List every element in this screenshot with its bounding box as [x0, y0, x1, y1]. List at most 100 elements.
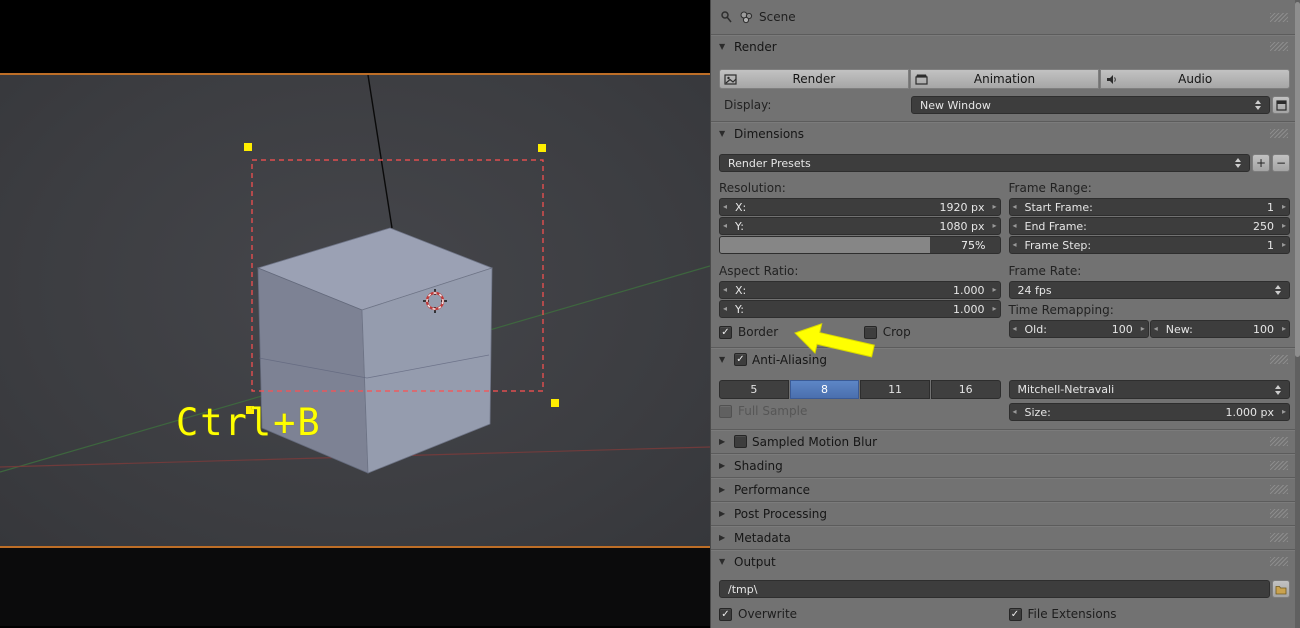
collapse-arrow-icon[interactable]: ▼: [719, 355, 729, 364]
updown-arrows-icon: [1275, 285, 1281, 295]
resolution-scale-slider[interactable]: 75%: [719, 236, 1001, 254]
render-presets-dropdown[interactable]: Render Presets: [719, 154, 1250, 172]
decrement-arrow-icon[interactable]: ◂: [1013, 324, 1017, 333]
increment-arrow-icon[interactable]: ▸: [1282, 221, 1286, 230]
increment-arrow-icon[interactable]: ▸: [992, 202, 996, 211]
collapse-arrow-icon[interactable]: ▶: [719, 437, 729, 446]
new-window-icon-button[interactable]: [1272, 96, 1290, 114]
end-frame-field[interactable]: ◂ End Frame: 250 ▸: [1008, 217, 1290, 235]
increment-arrow-icon[interactable]: ▸: [992, 304, 996, 313]
decrement-arrow-icon[interactable]: ◂: [1154, 324, 1158, 333]
section-header-output[interactable]: ▼ Output: [711, 550, 1300, 573]
decrement-arrow-icon[interactable]: ◂: [1013, 202, 1017, 211]
audio-button[interactable]: Audio: [1100, 69, 1291, 89]
scene-icon[interactable]: [739, 10, 753, 24]
breadcrumb: Scene: [759, 10, 796, 24]
resolution-y-field[interactable]: ◂ Y: 1080 px ▸: [719, 217, 1001, 235]
decrement-arrow-icon[interactable]: ◂: [723, 202, 727, 211]
increment-arrow-icon[interactable]: ▸: [1141, 324, 1145, 333]
collapse-arrow-icon[interactable]: ▶: [719, 533, 729, 542]
increment-arrow-icon[interactable]: ▸: [1282, 407, 1286, 416]
panel-grip[interactable]: [1270, 437, 1288, 446]
panel-grip[interactable]: [1270, 42, 1288, 51]
aa-filter-dropdown[interactable]: Mitchell-Netravali: [1008, 380, 1290, 399]
increment-arrow-icon[interactable]: ▸: [1282, 240, 1286, 249]
render-border-handle-tr[interactable]: [538, 144, 546, 152]
display-dropdown[interactable]: New Window: [911, 96, 1270, 114]
aspect-ratio-label: Aspect Ratio:: [719, 264, 799, 278]
file-extensions-checkbox[interactable]: [1008, 607, 1022, 621]
samples-16-button[interactable]: 16: [930, 380, 1001, 399]
panel-grip[interactable]: [1270, 557, 1288, 566]
render-button[interactable]: Render: [719, 69, 909, 89]
full-sample-label: Full Sample: [738, 404, 808, 418]
border-checkbox[interactable]: [719, 325, 732, 339]
section-header-dimensions[interactable]: ▼ Dimensions: [711, 122, 1300, 145]
decrement-arrow-icon[interactable]: ◂: [1013, 407, 1017, 416]
section-header-post-processing[interactable]: ▶ Post Processing: [711, 502, 1300, 525]
panel-grip[interactable]: [1270, 461, 1288, 470]
increment-arrow-icon[interactable]: ▸: [992, 285, 996, 294]
collapse-arrow-icon[interactable]: ▼: [719, 557, 729, 566]
render-section-body: Render Animation Audio Display: New Wind…: [711, 58, 1300, 121]
samples-5-button[interactable]: 5: [719, 380, 789, 399]
overwrite-checkbox[interactable]: [719, 607, 732, 621]
browse-folder-button[interactable]: [1272, 580, 1290, 598]
panel-scrollbar[interactable]: [1295, 0, 1300, 628]
file-extensions-row[interactable]: File Extensions: [1008, 606, 1291, 622]
section-header-performance[interactable]: ▶ Performance: [711, 478, 1300, 501]
full-sample-row[interactable]: Full Sample: [719, 403, 1001, 419]
samples-11-button[interactable]: 11: [860, 380, 930, 399]
collapse-arrow-icon[interactable]: ▶: [719, 509, 729, 518]
decrement-arrow-icon[interactable]: ◂: [723, 221, 727, 230]
new-field[interactable]: ◂ New: 100 ▸: [1149, 320, 1290, 338]
old-field[interactable]: ◂ Old: 100 ▸: [1008, 320, 1149, 338]
add-preset-button[interactable]: +: [1252, 154, 1270, 172]
collapse-arrow-icon[interactable]: ▼: [719, 129, 729, 138]
increment-arrow-icon[interactable]: ▸: [992, 221, 996, 230]
frame-rate-dropdown[interactable]: 24 fps: [1008, 281, 1290, 299]
aa-size-field[interactable]: ◂ Size: 1.000 px ▸: [1008, 403, 1290, 421]
arrow-shape: [794, 323, 875, 358]
output-path-field[interactable]: /tmp\: [719, 580, 1270, 598]
decrement-arrow-icon[interactable]: ◂: [723, 285, 727, 294]
output-path-value: /tmp\: [728, 582, 758, 596]
panel-grip[interactable]: [1270, 129, 1288, 138]
overwrite-row[interactable]: Overwrite: [719, 606, 1001, 622]
section-header-metadata[interactable]: ▶ Metadata: [711, 526, 1300, 549]
scrollbar-thumb[interactable]: [1295, 2, 1300, 357]
panel-grip[interactable]: [1270, 12, 1288, 22]
minus-icon: −: [1275, 156, 1287, 170]
decrement-arrow-icon[interactable]: ◂: [723, 304, 727, 313]
render-border-handle-br[interactable]: [551, 399, 559, 407]
decrement-arrow-icon[interactable]: ◂: [1013, 221, 1017, 230]
collapse-arrow-icon[interactable]: ▶: [719, 485, 729, 494]
panel-grip[interactable]: [1270, 355, 1288, 364]
collapse-arrow-icon[interactable]: ▼: [719, 42, 729, 51]
decrement-arrow-icon[interactable]: ◂: [1013, 240, 1017, 249]
frame-step-field[interactable]: ◂ Frame Step: 1 ▸: [1008, 236, 1290, 254]
section-header-motion-blur[interactable]: ▶ Sampled Motion Blur: [711, 430, 1300, 453]
panel-grip[interactable]: [1270, 509, 1288, 518]
panel-grip[interactable]: [1270, 485, 1288, 494]
increment-arrow-icon[interactable]: ▸: [1282, 202, 1286, 211]
aspect-x-field[interactable]: ◂ X: 1.000 ▸: [719, 281, 1001, 299]
motion-blur-checkbox[interactable]: [734, 435, 747, 448]
panel-grip[interactable]: [1270, 533, 1288, 542]
3d-viewport[interactable]: Ctrl+B: [0, 0, 710, 628]
animation-button[interactable]: Animation: [909, 69, 1100, 89]
collapse-arrow-icon[interactable]: ▶: [719, 461, 729, 470]
pin-icon[interactable]: [719, 10, 733, 24]
increment-arrow-icon[interactable]: ▸: [1282, 324, 1286, 333]
full-sample-checkbox[interactable]: [719, 404, 732, 418]
viewport-canvas[interactable]: Ctrl+B: [0, 73, 710, 548]
render-border-handle-tl[interactable]: [244, 143, 252, 151]
samples-8-button[interactable]: 8: [789, 380, 860, 399]
new-label: New:: [1165, 322, 1193, 336]
anti-aliasing-checkbox[interactable]: [734, 353, 747, 366]
section-header-shading[interactable]: ▶ Shading: [711, 454, 1300, 477]
remove-preset-button[interactable]: −: [1272, 154, 1290, 172]
resolution-x-field[interactable]: ◂ X: 1920 px ▸: [719, 198, 1001, 216]
section-header-render[interactable]: ▼ Render: [711, 35, 1300, 58]
start-frame-field[interactable]: ◂ Start Frame: 1 ▸: [1008, 198, 1290, 216]
